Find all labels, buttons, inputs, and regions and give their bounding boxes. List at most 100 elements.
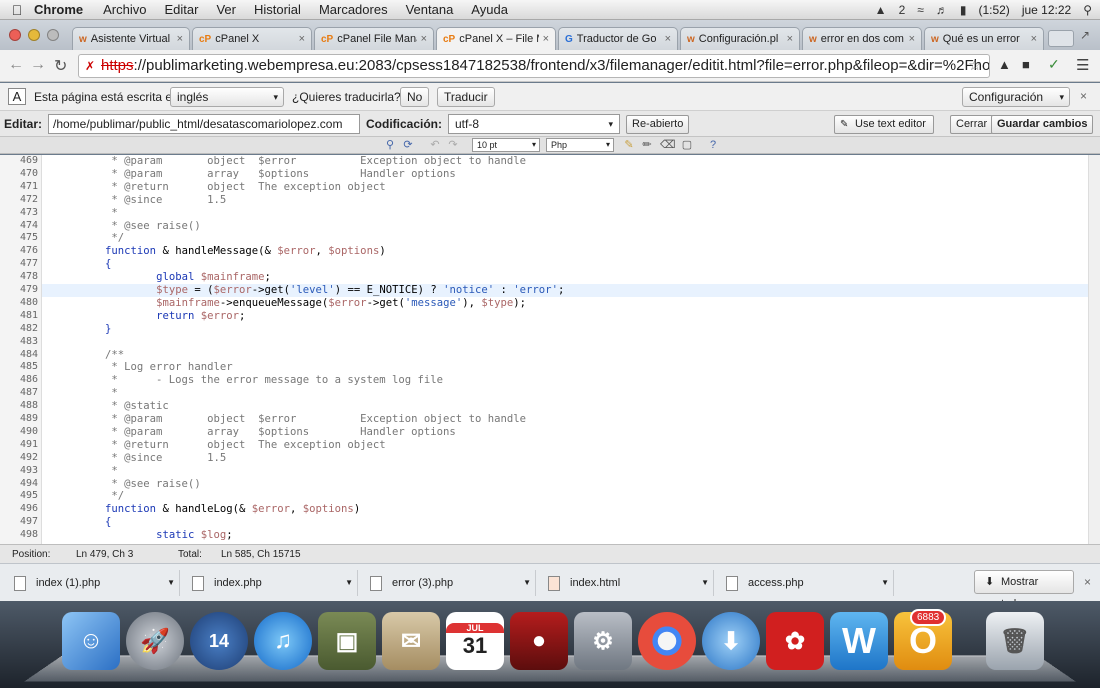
translate-button[interactable]: Traducir bbox=[437, 87, 495, 107]
tab-cpanel-file-manager-active[interactable]: cP cPanel X – File M × bbox=[436, 27, 556, 50]
battery-icon[interactable]: ▮ bbox=[960, 3, 967, 17]
code-line[interactable]: * @param array $options Handler options bbox=[42, 168, 1100, 181]
chevron-down-icon[interactable]: ▼ bbox=[701, 578, 709, 587]
no-translate-button[interactable]: No bbox=[400, 87, 430, 107]
find-icon[interactable]: ⚲ bbox=[383, 138, 397, 152]
extension-icon[interactable]: ■ bbox=[1022, 57, 1030, 72]
code-line[interactable]: } bbox=[42, 323, 1100, 336]
menu-ayuda[interactable]: Ayuda bbox=[471, 2, 508, 17]
eraser-icon[interactable]: ⌫ bbox=[660, 138, 676, 152]
close-icon[interactable]: × bbox=[665, 33, 671, 45]
close-icon[interactable]: × bbox=[177, 33, 183, 45]
reload-icon[interactable]: ↻ bbox=[54, 56, 67, 76]
tab-cpanel-file-manager[interactable]: cP cPanel File Mana × bbox=[314, 27, 434, 50]
code-line[interactable] bbox=[42, 336, 1100, 349]
code-line[interactable]: * @return object The exception object bbox=[42, 181, 1100, 194]
code-editor[interactable]: 469 470 471 472 473 474 475 476 477 478 479 480 481 4… bbox=[0, 155, 1100, 544]
code-line[interactable]: $mainframe->enqueueMessage($error->get('… bbox=[42, 297, 1100, 310]
app-menu[interactable]: Chrome bbox=[34, 2, 83, 17]
menu-ver[interactable]: Ver bbox=[216, 2, 236, 17]
tab-cpanel-x[interactable]: cP cPanel X × bbox=[192, 27, 312, 50]
zoom-window-button[interactable] bbox=[47, 29, 59, 41]
code-line[interactable]: * @see raise() bbox=[42, 478, 1100, 491]
code-scrollbar[interactable] bbox=[1088, 155, 1100, 544]
code-line[interactable]: $type = ($error->get('level') == E_NOTIC… bbox=[42, 284, 1100, 297]
code-line[interactable]: return $error; bbox=[42, 310, 1100, 323]
undo-icon[interactable]: ↶ bbox=[428, 138, 442, 152]
iphoto-icon[interactable]: ▣ bbox=[318, 612, 376, 670]
code-line[interactable]: * @see raise() bbox=[42, 220, 1100, 233]
code-line[interactable]: { bbox=[42, 516, 1100, 529]
code-line[interactable]: * @since 1.5 bbox=[42, 452, 1100, 465]
file-path-input[interactable]: /home/publimar/public_html/desatascomari… bbox=[48, 114, 360, 134]
code-line[interactable]: * Log error handler bbox=[42, 361, 1100, 374]
tab-asistente-virtual[interactable]: w Asistente Virtual × bbox=[72, 27, 190, 50]
code-line[interactable]: global $mainframe; bbox=[42, 271, 1100, 284]
syntax-select[interactable]: Php ▾ bbox=[546, 138, 614, 152]
back-icon[interactable]: ← bbox=[8, 56, 24, 74]
chrome-icon[interactable] bbox=[638, 612, 696, 670]
extension-icon[interactable]: ✓ bbox=[1048, 56, 1060, 73]
tab-traductor[interactable]: G Traductor de Go × bbox=[558, 27, 678, 50]
menu-clock[interactable]: jue 12:22 bbox=[1022, 3, 1071, 17]
close-window-button[interactable] bbox=[9, 29, 21, 41]
show-all-downloads-button[interactable]: ⬇ Mostrar todas bbox=[974, 570, 1074, 610]
download-item[interactable]: error (3).php ▼ bbox=[362, 570, 536, 596]
encoding-select[interactable]: utf-8 ▾ bbox=[448, 114, 620, 134]
system-preferences-icon[interactable]: ⚙ bbox=[574, 612, 632, 670]
save-changes-button[interactable]: Guardar cambios bbox=[991, 115, 1094, 134]
code-line[interactable]: * @static bbox=[42, 400, 1100, 413]
code-line[interactable]: * @since 1.5 bbox=[42, 194, 1100, 207]
code-line[interactable]: * @return object The exception object bbox=[42, 439, 1100, 452]
fullscreen-icon[interactable]: ↗ bbox=[1080, 28, 1090, 42]
fullscreen-editor-icon[interactable]: ▢ bbox=[680, 138, 694, 152]
chevron-down-icon[interactable]: ▼ bbox=[167, 578, 175, 587]
code-line[interactable]: * - Logs the error message to a system l… bbox=[42, 374, 1100, 387]
reopen-button[interactable]: Re-abierto bbox=[626, 115, 690, 134]
tab-error-dos[interactable]: w error en dos com × bbox=[802, 27, 922, 50]
menu-ventana[interactable]: Ventana bbox=[406, 2, 454, 17]
chrome-menu-icon[interactable]: ☰ bbox=[1076, 56, 1089, 74]
brush-icon[interactable]: ✏ bbox=[640, 138, 654, 152]
code-line[interactable]: * @param array $options Handler options bbox=[42, 426, 1100, 439]
chevron-down-icon[interactable]: ▼ bbox=[881, 578, 889, 587]
code-line[interactable]: static $log; bbox=[42, 529, 1100, 542]
code-line[interactable]: function & handleMessage(& $error, $opti… bbox=[42, 245, 1100, 258]
wifi-icon[interactable]: ≈ bbox=[917, 3, 924, 17]
download-item[interactable]: index.html ▼ bbox=[540, 570, 714, 596]
redo-icon[interactable]: ↷ bbox=[446, 138, 460, 152]
close-icon[interactable]: × bbox=[1084, 575, 1091, 589]
menu-archivo[interactable]: Archivo bbox=[103, 2, 146, 17]
extension-icon[interactable]: ▲ bbox=[998, 57, 1011, 72]
notification-icon[interactable]: ▲ bbox=[875, 3, 887, 17]
trash-icon[interactable]: 🗑 bbox=[986, 612, 1044, 670]
download-item[interactable]: access.php ▼ bbox=[718, 570, 894, 596]
goto-icon[interactable]: ⟳ bbox=[401, 138, 415, 152]
close-editor-button[interactable]: Cerrar bbox=[950, 115, 994, 134]
menu-editar[interactable]: Editar bbox=[164, 2, 198, 17]
acrobat-icon[interactable]: ✿ bbox=[766, 612, 824, 670]
highlight-icon[interactable]: ✎ bbox=[622, 138, 636, 152]
close-icon[interactable]: × bbox=[299, 33, 305, 45]
font-size-select[interactable]: 10 pt ▾ bbox=[472, 138, 540, 152]
forward-icon[interactable]: → bbox=[30, 56, 46, 74]
tab-configuracion[interactable]: w Configuración.pl × bbox=[680, 27, 800, 50]
translate-config-select[interactable]: Configuración ▾ bbox=[962, 87, 1070, 107]
itunes-icon[interactable]: ♫ bbox=[254, 612, 312, 670]
close-icon[interactable]: × bbox=[1080, 89, 1087, 103]
download-globe-icon[interactable]: ⬇ bbox=[702, 612, 760, 670]
close-icon[interactable]: × bbox=[1031, 33, 1037, 45]
code-line[interactable]: * bbox=[42, 387, 1100, 400]
close-icon[interactable]: × bbox=[421, 33, 427, 45]
close-icon[interactable]: × bbox=[909, 33, 915, 45]
chevron-down-icon[interactable]: ▼ bbox=[345, 578, 353, 587]
volume-icon[interactable]: ♬ bbox=[936, 3, 948, 17]
launchpad-icon[interactable]: 🚀 bbox=[126, 612, 184, 670]
tab-que-es-error[interactable]: w Qué es un error × bbox=[924, 27, 1044, 50]
address-bar[interactable]: ✗ https://publimarketing.webempresa.eu:2… bbox=[78, 54, 990, 78]
help-icon[interactable]: ? bbox=[706, 138, 720, 152]
code-line[interactable]: * @param object $error Exception object … bbox=[42, 155, 1100, 168]
spotlight-search-icon[interactable]: ⚲ bbox=[1083, 3, 1092, 17]
mail-icon[interactable]: ✉ bbox=[382, 612, 440, 670]
close-icon[interactable]: × bbox=[787, 33, 793, 45]
